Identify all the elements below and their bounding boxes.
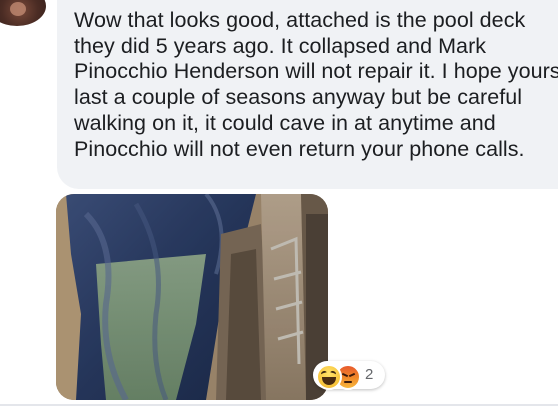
haha-icon xyxy=(316,364,342,390)
avatar-face xyxy=(10,2,26,16)
comment-thread: Wow that looks good, attached is the poo… xyxy=(0,0,558,415)
pool-deck-image xyxy=(56,194,328,400)
commenter-avatar[interactable] xyxy=(0,0,46,26)
reaction-count: 2 xyxy=(365,366,374,383)
comment-attachment-photo[interactable] xyxy=(56,194,328,400)
divider xyxy=(0,404,558,406)
comment-bubble: Wow that looks good, attached is the poo… xyxy=(57,0,558,189)
reactions-summary[interactable]: 2 xyxy=(313,361,385,390)
comment-text: Wow that looks good, attached is the poo… xyxy=(74,8,558,161)
